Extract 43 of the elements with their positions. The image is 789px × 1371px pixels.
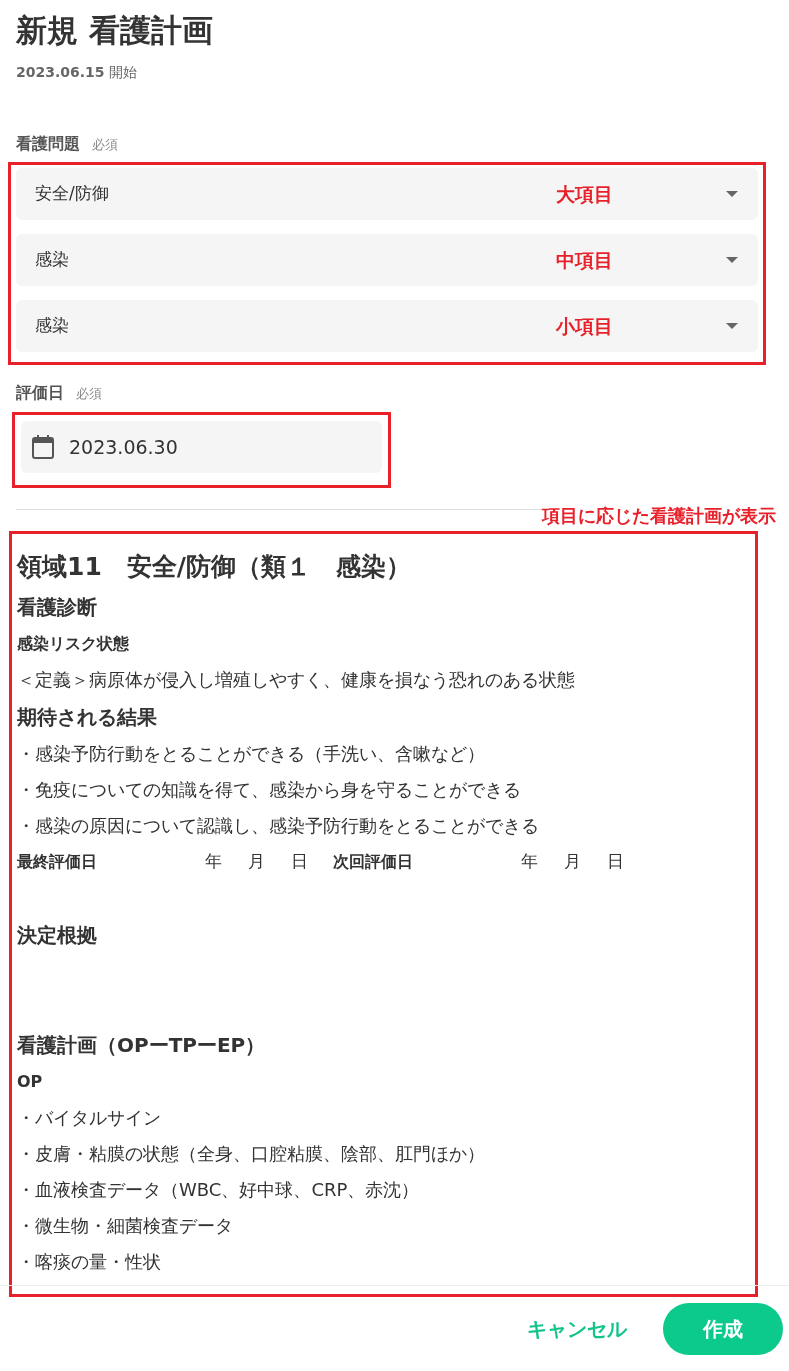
date-label: 次回評価日 — [333, 851, 414, 873]
annotation-label: 大項目 — [556, 181, 613, 207]
subheading: 感染リスク状態 — [17, 633, 130, 655]
plan-text: ・バイタルサイン — [17, 1106, 162, 1130]
plan-text: ＜定義＞病原体が侵入し増殖しやすく、健康を損なう恐れのある状態 — [17, 668, 576, 692]
section-heading: 領域11 安全/防御（類１ 感染） — [17, 551, 412, 583]
plan-text: ・血液検査データ（WBC、好中球、CRP、赤沈） — [17, 1178, 421, 1202]
caret-icon — [726, 191, 738, 197]
date-unit: 月 — [564, 850, 581, 874]
field-label: 看護問題 — [16, 133, 80, 155]
plan-text: ・微生物・細菌検査データ — [17, 1214, 234, 1238]
page-title: 新規 看護計画 — [16, 11, 214, 50]
date-field[interactable]: 2023.06.30 — [21, 421, 382, 473]
section-heading: 期待される結果 — [17, 704, 158, 731]
section-heading: 看護診断 — [17, 594, 98, 621]
plan-text: ・感染予防行動をとることができる（手洗い、含嗽など） — [17, 742, 486, 766]
date-unit: 年 — [521, 850, 538, 874]
date-unit: 日 — [607, 850, 624, 874]
caret-icon — [726, 323, 738, 329]
select-field[interactable]: 感染 小項目 — [16, 300, 758, 352]
date-unit: 日 — [291, 850, 308, 874]
annotation-label: 小項目 — [556, 313, 613, 339]
required-label: 必須 — [92, 136, 118, 154]
section-heading: 看護計画（OPーTPーEP） — [17, 1032, 267, 1059]
start-date: 2023.06.15 — [16, 63, 105, 82]
plan-text: ・感染の原因について認識し、感染予防行動をとることができる — [17, 814, 540, 838]
caret-icon — [726, 257, 738, 263]
select-field[interactable]: 感染 中項目 — [16, 234, 758, 286]
annotation-label: 項目に応じた看護計画が表示 — [542, 504, 776, 528]
select-field[interactable]: 安全/防御 大項目 — [16, 168, 758, 220]
plan-text: ・免疫についての知識を得て、感染から身を守ることができる — [17, 778, 522, 802]
date-unit: 年 — [205, 850, 222, 874]
start-label: 開始 — [108, 63, 137, 82]
annotation-label: 中項目 — [556, 247, 613, 273]
required-label: 必須 — [76, 385, 102, 403]
subheading: OP — [17, 1071, 44, 1093]
section-heading: 決定根拠 — [17, 922, 98, 949]
plan-text: ・喀痰の量・性状 — [17, 1250, 162, 1274]
field-label: 評価日 — [16, 382, 64, 404]
date-unit: 月 — [248, 850, 265, 874]
calendar-icon — [31, 434, 55, 460]
date-label: 最終評価日 — [17, 851, 98, 873]
plan-text: ・皮膚・粘膜の状態（全身、口腔粘膜、陰部、肛門ほか） — [17, 1142, 486, 1166]
